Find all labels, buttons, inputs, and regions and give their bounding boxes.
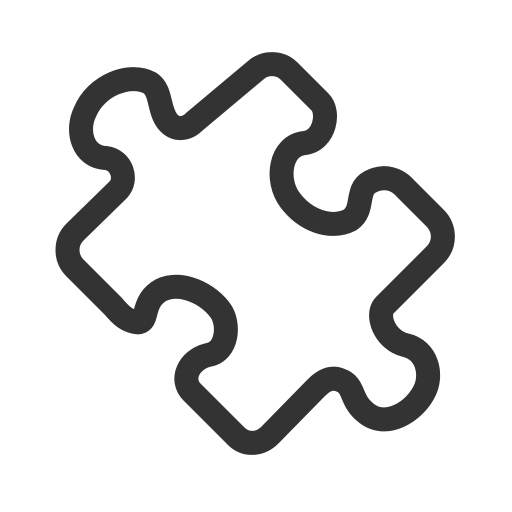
- puzzle-piece-outline: [55, 52, 455, 455]
- icon-canvas: [0, 0, 512, 512]
- puzzle-piece-svg: [55, 52, 455, 455]
- puzzle-piece-icon: [0, 0, 512, 512]
